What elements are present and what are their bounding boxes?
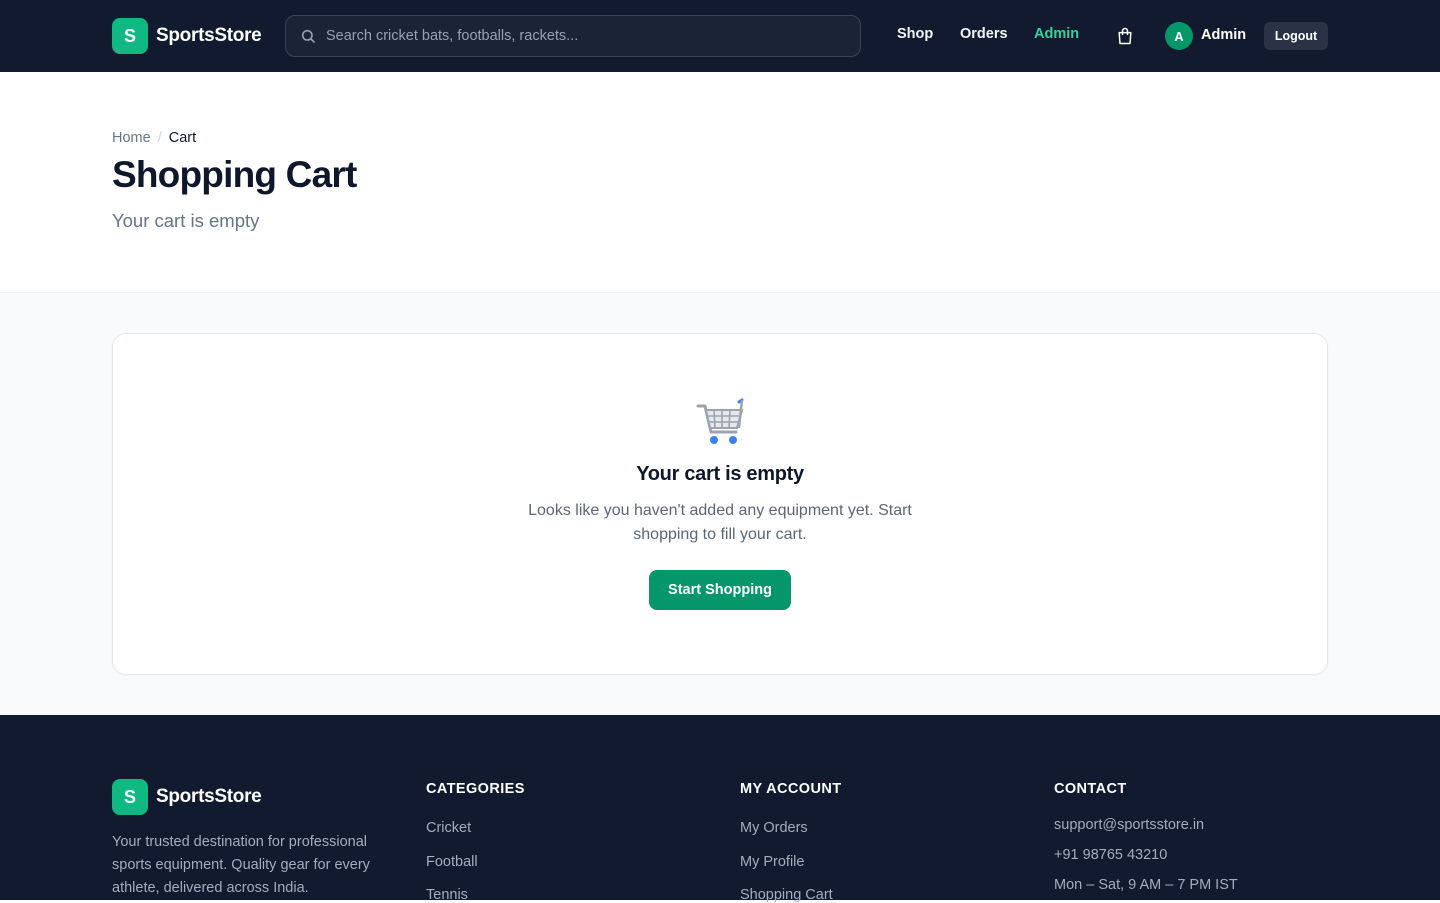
breadcrumb-current: Cart (168, 130, 197, 146)
breadcrumb-separator: / (157, 130, 162, 146)
user-name[interactable]: Admin (1201, 27, 1246, 43)
footer-link-football[interactable]: Football (426, 854, 478, 870)
brand-name: SportsStore (156, 25, 262, 46)
footer-link-my-profile[interactable]: My Profile (740, 854, 804, 870)
footer-contact-email[interactable]: support@sportsstore.in (1054, 817, 1204, 833)
start-shopping-button[interactable]: Start Shopping (649, 570, 791, 610)
footer-link-tennis[interactable]: Tennis (426, 887, 468, 903)
nav-shop[interactable]: Shop (897, 26, 933, 42)
brand-logo[interactable]: S SportsStore (112, 18, 262, 54)
search-icon (301, 29, 315, 43)
footer-brand-name: SportsStore (156, 786, 262, 807)
footer-link-shopping-cart[interactable]: Shopping Cart (740, 887, 833, 903)
footer-contact-phone: +91 98765 43210 (1054, 847, 1168, 863)
top-navbar: S SportsStore Shop Orders Admin A Admin … (0, 0, 1440, 72)
footer-contact-hours: Mon – Sat, 9 AM – 7 PM IST (1054, 877, 1238, 893)
footer-link-my-orders[interactable]: My Orders (740, 820, 808, 836)
footer-description: Your trusted destination for professiona… (112, 834, 370, 896)
nav-orders[interactable]: Orders (960, 26, 1008, 42)
page-subtitle: Your cart is empty (112, 210, 260, 231)
empty-cart-title: Your cart is empty (636, 463, 804, 485)
empty-cart-message: Looks like you haven't added any equipme… (528, 502, 912, 543)
avatar[interactable]: A (1165, 22, 1193, 50)
breadcrumb: Home / Cart (112, 130, 196, 146)
shopping-bag-icon[interactable] (1115, 26, 1135, 46)
footer-logo-badge: S (112, 779, 148, 815)
footer-link-cricket[interactable]: Cricket (426, 820, 471, 836)
site-footer: S SportsStore Your trusted destination f… (0, 715, 1440, 903)
shopping-cart-icon (696, 398, 744, 444)
search-input[interactable] (326, 21, 846, 51)
breadcrumb-home[interactable]: Home (112, 130, 151, 146)
search-box[interactable] (285, 15, 861, 57)
footer-brand[interactable]: S SportsStore (112, 779, 262, 815)
logo-badge: S (112, 18, 148, 54)
logout-button[interactable]: Logout (1264, 22, 1328, 50)
nav-admin[interactable]: Admin (1034, 26, 1079, 42)
page-title: Shopping Cart (112, 154, 357, 195)
footer-account-heading: MY ACCOUNT (740, 781, 842, 797)
footer-categories-heading: CATEGORIES (426, 781, 525, 797)
footer-contact-heading: CONTACT (1054, 781, 1127, 797)
